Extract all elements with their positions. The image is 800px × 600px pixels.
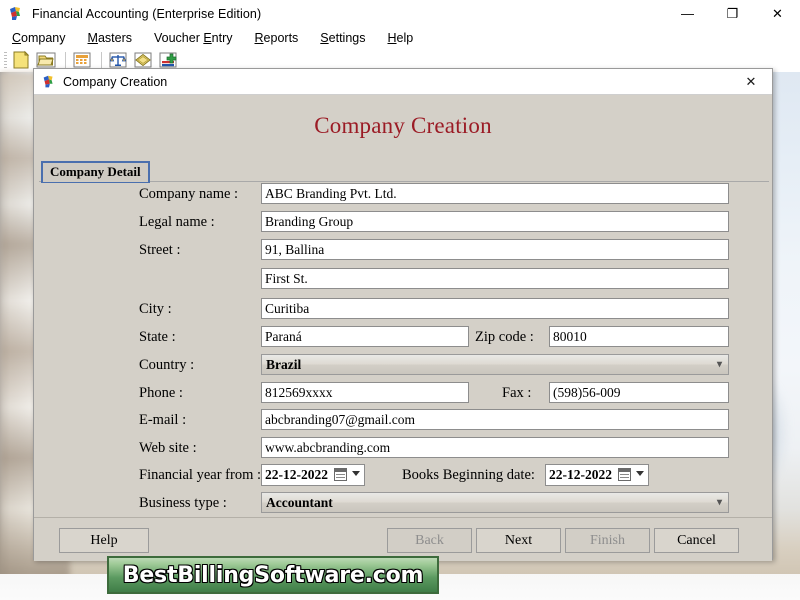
company-creation-dialog: Company Creation ✕ Company Creation Comp…: [33, 68, 773, 560]
cancel-button[interactable]: Cancel: [654, 528, 739, 553]
open-folder-icon[interactable]: [35, 50, 57, 70]
menu-label-settings: ettings: [329, 31, 366, 45]
application-window: Financial Accounting (Enterprise Edition…: [0, 0, 800, 600]
state-label: State :: [139, 326, 176, 348]
new-document-icon[interactable]: [10, 50, 32, 70]
phone-label: Phone :: [139, 382, 183, 404]
app-puzzle-icon: [41, 74, 57, 90]
website-input[interactable]: www.abcbranding.com: [261, 437, 729, 458]
financial-year-from-label: Financial year from :: [139, 464, 261, 486]
dialog-button-bar: Help Back Next Finish Cancel: [34, 517, 772, 561]
menu-item-reports[interactable]: Reports: [255, 31, 299, 45]
company-detail-form: Company name : ABC Branding Pvt. Ltd. Le…: [39, 183, 769, 513]
legal-name-label: Legal name :: [139, 211, 215, 233]
city-input[interactable]: Curitiba: [261, 298, 729, 319]
city-label: City :: [139, 298, 172, 320]
financial-year-from-datepicker[interactable]: 22-12-2022: [261, 464, 365, 486]
next-button[interactable]: Next: [476, 528, 561, 553]
business-type-select-value: Accountant: [266, 495, 333, 510]
street-label: Street :: [139, 239, 180, 261]
calendar-icon: [334, 468, 347, 481]
chevron-down-icon: [636, 471, 644, 476]
restore-button[interactable]: ❐: [710, 0, 755, 27]
country-label: Country :: [139, 354, 194, 376]
menu-item-help[interactable]: Help: [387, 31, 413, 45]
zip-code-input[interactable]: 80010: [549, 326, 729, 347]
help-button[interactable]: Help: [59, 528, 149, 553]
calendar-icon: [618, 468, 631, 481]
toolbar-grip[interactable]: [4, 52, 7, 68]
tab-company-detail[interactable]: Company Detail: [41, 161, 150, 184]
menu-item-voucher-entry[interactable]: Voucher Entry: [154, 31, 233, 45]
dialog-close-icon[interactable]: ✕: [730, 69, 772, 95]
watermark-text: BestBillingSoftware.com: [123, 563, 423, 588]
fax-input[interactable]: (598)56-009: [549, 382, 729, 403]
company-name-label: Company name :: [139, 183, 238, 205]
menu-label-masters: asters: [98, 31, 132, 45]
finish-button[interactable]: Finish: [565, 528, 650, 553]
balance-scale-icon[interactable]: [107, 50, 129, 70]
business-type-select[interactable]: Accountant ▾: [261, 492, 729, 513]
app-puzzle-icon: [7, 5, 25, 23]
main-titlebar: Financial Accounting (Enterprise Edition…: [0, 0, 800, 27]
email-input[interactable]: abcbranding07@gmail.com: [261, 409, 729, 430]
menu-label-reports: eports: [264, 31, 299, 45]
financial-year-from-value: 22-12-2022: [265, 467, 328, 482]
fax-label: Fax :: [502, 382, 531, 404]
main-menubar: Company Masters Voucher Entry Reports Se…: [0, 27, 800, 48]
menu-label-help: elp: [397, 31, 414, 45]
country-select[interactable]: Brazil ▾: [261, 354, 729, 375]
menu-label-company: ompany: [21, 31, 65, 45]
minimize-button[interactable]: —: [665, 0, 710, 27]
window-controls: — ❐ ✕: [665, 0, 800, 27]
zip-code-label: Zip code :: [475, 326, 534, 348]
toolbar-separator: [101, 52, 102, 68]
tab-strip: Company Detail: [39, 161, 769, 183]
watermark-banner: BestBillingSoftware.com: [107, 556, 439, 594]
chevron-down-icon: [352, 471, 360, 476]
street-input[interactable]: 91, Ballina: [261, 239, 729, 260]
email-label: E-mail :: [139, 409, 186, 431]
calendar-icon[interactable]: [71, 50, 93, 70]
phone-input[interactable]: 812569xxxx: [261, 382, 469, 403]
state-input[interactable]: Paraná: [261, 326, 469, 347]
dialog-titlebar: Company Creation ✕: [34, 69, 772, 95]
toolbar-separator: [65, 52, 66, 68]
books-beginning-date-label: Books Beginning date:: [402, 464, 535, 486]
website-label: Web site :: [139, 437, 197, 459]
ledger-icon[interactable]: [132, 50, 154, 70]
chevron-down-icon: ▾: [717, 493, 722, 512]
back-button[interactable]: Back: [387, 528, 472, 553]
page-title: Company Creation: [34, 113, 772, 139]
company-name-input[interactable]: ABC Branding Pvt. Ltd.: [261, 183, 729, 204]
add-report-icon[interactable]: [157, 50, 179, 70]
menu-label-voucher-entry: ntry: [212, 31, 233, 45]
app-title: Financial Accounting (Enterprise Edition…: [32, 7, 261, 21]
business-type-label: Business type :: [139, 492, 227, 514]
street-line2-input[interactable]: First St.: [261, 268, 729, 289]
menu-item-settings[interactable]: Settings: [320, 31, 365, 45]
dialog-title: Company Creation: [63, 75, 167, 89]
dialog-body: Company Creation Company Detail Company …: [34, 95, 772, 561]
close-button[interactable]: ✕: [755, 0, 800, 27]
menu-item-company[interactable]: Company: [12, 31, 66, 45]
menu-item-masters[interactable]: Masters: [88, 31, 132, 45]
books-beginning-date-value: 22-12-2022: [549, 467, 612, 482]
country-select-value: Brazil: [266, 357, 301, 372]
legal-name-input[interactable]: Branding Group: [261, 211, 729, 232]
books-beginning-date-datepicker[interactable]: 22-12-2022: [545, 464, 649, 486]
chevron-down-icon: ▾: [717, 355, 722, 374]
